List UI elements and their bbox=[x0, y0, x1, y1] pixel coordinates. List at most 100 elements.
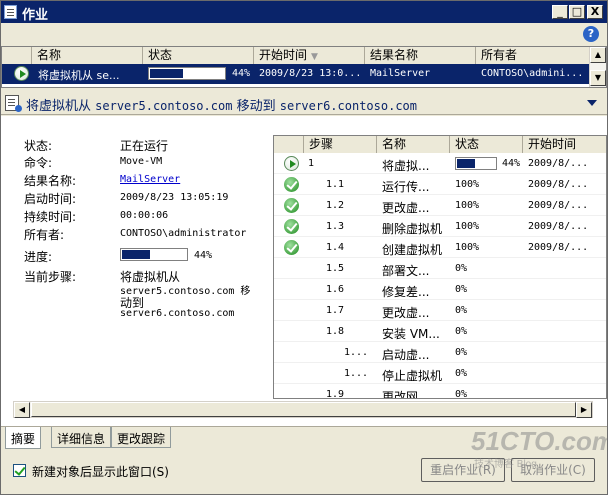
step-row[interactable]: 1.8 安装 VM... 0% bbox=[274, 321, 606, 342]
job-progress-bar bbox=[148, 67, 226, 80]
step-row[interactable]: 1.6 修复差... 0% bbox=[274, 279, 606, 300]
step-name: 修复差... bbox=[382, 285, 430, 299]
scroll-right-button[interactable]: ▶ bbox=[576, 402, 592, 418]
watermark-logo: 51CTO.com bbox=[471, 426, 608, 456]
tab-change-tracking-label: 更改跟踪 bbox=[117, 432, 166, 446]
header-status-label: 状态 bbox=[148, 48, 173, 62]
header-icon-column[interactable] bbox=[2, 47, 32, 64]
header-result-name[interactable]: 结果名称 bbox=[365, 47, 476, 64]
step-row[interactable]: 1.5 部署文... 0% bbox=[274, 258, 606, 279]
step-row[interactable]: 1.9 更改网... 0% bbox=[274, 384, 606, 399]
step-row[interactable]: 1.4 创建虚拟机 100% 2009/8/... bbox=[274, 237, 606, 258]
show-window-checkbox[interactable] bbox=[13, 464, 26, 477]
scroll-left-button[interactable]: ◀ bbox=[14, 402, 30, 418]
result-name-link[interactable]: MailServer bbox=[120, 174, 180, 185]
detail-header[interactable]: 将虚拟机从 server5.contoso.com 移动到 server6.co… bbox=[1, 91, 607, 115]
steps-header: 步骤 名称 状态 开始时间 bbox=[274, 136, 606, 153]
step-row[interactable]: 1 将虚拟... 44% 2009/8/... bbox=[274, 153, 606, 174]
running-icon bbox=[284, 156, 299, 171]
scroll-up-button[interactable]: ▲ bbox=[590, 47, 606, 63]
job-owner: CONTOSO\admini... bbox=[481, 68, 584, 79]
collapse-chevron-icon[interactable] bbox=[587, 100, 597, 106]
detail-title-prefix: 将虚拟机从 bbox=[26, 99, 92, 114]
progress-bar bbox=[120, 248, 188, 261]
owner-value: CONTOSO\administrator bbox=[120, 228, 247, 239]
steps-header-step[interactable]: 步骤 bbox=[304, 136, 377, 153]
tab-change-tracking[interactable]: 更改跟踪 bbox=[111, 427, 172, 448]
close-button[interactable]: X bbox=[587, 5, 603, 19]
steps-header-status[interactable]: 状态 bbox=[450, 136, 523, 153]
step-row[interactable]: 1.2 更改虚... 100% 2009/8/... bbox=[274, 195, 606, 216]
step-status: 0% bbox=[455, 368, 468, 379]
step-start-time: 2009/8/... bbox=[528, 158, 589, 169]
window-title: 作业 bbox=[22, 8, 49, 23]
header-status[interactable]: 状态 bbox=[143, 47, 254, 64]
help-icon[interactable]: ? bbox=[583, 26, 599, 42]
header-owner-label: 所有者 bbox=[481, 48, 518, 62]
title-bar[interactable]: 作业 _ □ X bbox=[1, 1, 607, 23]
step-status: 100% bbox=[455, 179, 480, 190]
duration-label: 持续时间: bbox=[24, 210, 77, 224]
job-progress-fill bbox=[150, 69, 183, 78]
header-name[interactable]: 名称 bbox=[32, 47, 143, 64]
job-result-name: MailServer bbox=[370, 68, 431, 79]
tab-details[interactable]: 详细信息 bbox=[51, 427, 112, 448]
detail-title-target: server6.contoso.com bbox=[279, 99, 418, 113]
watermark-tagline: 技术博客 Blog bbox=[474, 459, 537, 470]
scroll-thumb[interactable] bbox=[31, 402, 576, 417]
tab-details-label: 详细信息 bbox=[57, 432, 106, 446]
step-status: 0% bbox=[455, 305, 468, 316]
step-number: 1.9 bbox=[326, 389, 345, 399]
step-number: 1.2 bbox=[326, 200, 345, 211]
step-row[interactable]: 1... 停止虚拟机 0% bbox=[274, 363, 606, 384]
result-name-label: 结果名称: bbox=[24, 174, 77, 188]
horizontal-scrollbar[interactable]: ◀ ▶ bbox=[13, 401, 593, 418]
step-status: 100% bbox=[455, 242, 480, 253]
step-name: 停止虚拟机 bbox=[382, 369, 443, 383]
step-status: 100% bbox=[455, 200, 480, 211]
step-number: 1.1 bbox=[326, 179, 345, 190]
detail-title: 将虚拟机从 server5.contoso.com 移动到 server6.co… bbox=[26, 95, 417, 114]
duration-value: 00:00:06 bbox=[120, 210, 169, 221]
current-step-label: 当前步骤: bbox=[24, 270, 77, 284]
owner-label: 所有者: bbox=[24, 228, 65, 242]
step-number: 1... bbox=[344, 368, 369, 379]
jobs-window: 作业 _ □ X ? 名称 状态 开始时间 ▼ 结果名称 所有者 将虚拟机从 se… bbox=[0, 0, 608, 495]
current-step-line4: server6.contoso.com bbox=[120, 308, 235, 319]
command-label: 命令: bbox=[24, 156, 53, 170]
steps-header-start[interactable]: 开始时间 bbox=[523, 136, 606, 153]
maximize-button[interactable]: □ bbox=[569, 5, 585, 19]
help-bar: ? bbox=[1, 23, 607, 46]
job-progress-text: 44% bbox=[232, 68, 251, 79]
header-start-time-label: 开始时间 bbox=[259, 48, 308, 62]
step-row[interactable]: 1.7 更改虚... 0% bbox=[274, 300, 606, 321]
steps-header-name[interactable]: 名称 bbox=[377, 136, 450, 153]
detail-title-source: server5.contoso.com bbox=[95, 99, 233, 113]
steps-header-icon[interactable] bbox=[274, 136, 304, 153]
start-time-label: 启动时间: bbox=[24, 192, 77, 206]
step-number: 1.7 bbox=[326, 305, 345, 316]
step-row[interactable]: 1.1 运行传... 100% 2009/8/... bbox=[274, 174, 606, 195]
step-number: 1.8 bbox=[326, 326, 345, 337]
job-detail-icon bbox=[5, 95, 22, 112]
step-number: 1.6 bbox=[326, 284, 345, 295]
header-name-label: 名称 bbox=[37, 48, 62, 62]
tab-summary[interactable]: 摘要 bbox=[5, 427, 42, 449]
running-icon bbox=[14, 66, 29, 81]
step-name: 更改网... bbox=[382, 390, 430, 399]
job-list-scrollbar[interactable]: ▲ ▼ bbox=[589, 47, 606, 87]
scroll-down-button[interactable]: ▼ bbox=[590, 70, 606, 86]
step-status: 0% bbox=[455, 284, 468, 295]
minimize-button[interactable]: _ bbox=[552, 5, 568, 19]
step-row[interactable]: 1... 启动虚... 0% bbox=[274, 342, 606, 363]
command-value: Move-VM bbox=[120, 156, 163, 167]
step-name: 启动虚... bbox=[382, 348, 430, 362]
step-number: 1 bbox=[308, 158, 315, 169]
header-start-time[interactable]: 开始时间 ▼ bbox=[254, 47, 365, 64]
header-owner[interactable]: 所有者 bbox=[476, 47, 590, 64]
step-status: 0% bbox=[455, 263, 468, 274]
step-name: 运行传... bbox=[382, 180, 430, 194]
job-row-selected[interactable]: 将虚拟机从 se... 44% 2009/8/23 13:0... MailSe… bbox=[2, 64, 590, 84]
step-name: 删除虚拟机 bbox=[382, 222, 443, 236]
step-row[interactable]: 1.3 删除虚拟机 100% 2009/8/... bbox=[274, 216, 606, 237]
